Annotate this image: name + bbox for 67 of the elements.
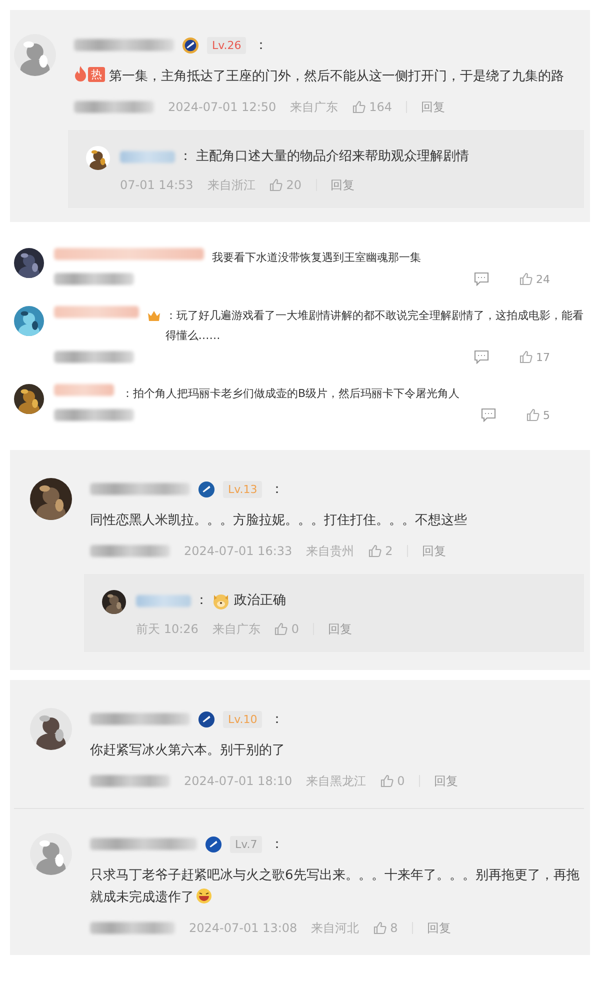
like-count: 2 [385, 544, 393, 558]
colon-text: ： [254, 37, 268, 54]
level-badge: Lv.26 [207, 36, 246, 54]
badge-icon [182, 36, 199, 54]
comment-text: ：玩了好几遍游戏看了一大堆剧情讲解的都不敢说完全理解剧情了，这拍成电影，能看得懂么…… [165, 308, 584, 344]
reply-text: 主配角口述大量的物品介绍来帮助观众理解剧情 [196, 148, 469, 166]
comment-date: 2024-07-01 13:08 [189, 921, 298, 935]
comment-text: 第一集，主角抵达了王座的门外，然后不能从这一侧打开门，于是绕了九集的路 [109, 68, 564, 86]
comment-location: 来自河北 [311, 920, 360, 936]
like-count: 0 [397, 774, 405, 788]
reply-link[interactable]: 回复 [434, 772, 458, 790]
comment-location: 来自黑龙江 [306, 772, 366, 790]
blurred-text [136, 595, 191, 607]
thumbs-up-icon[interactable] [526, 408, 540, 422]
comment-text: 同性恋黑人米凯拉。。。方脸拉妮。。。打住打住。。。不想这些 [90, 512, 467, 530]
like-count: 24 [536, 272, 550, 286]
comment-text: ：拍个角人把玛丽卡老乡们做成壶的B级片，然后玛丽卡下令屠光角人 [122, 386, 460, 402]
like-count: 20 [286, 178, 302, 192]
badge-icon [198, 710, 215, 728]
colon-text: ： [270, 711, 284, 728]
comment-icon[interactable] [474, 272, 489, 286]
thumbs-up-icon[interactable] [352, 100, 366, 114]
thumbs-up-icon[interactable] [373, 921, 388, 935]
reply-link[interactable]: 回复 [422, 542, 446, 560]
blurred-text [54, 384, 114, 396]
comment-date: 2024-07-01 16:33 [184, 544, 292, 558]
like-count: 8 [390, 921, 398, 935]
level-badge: Lv.7 [230, 836, 262, 852]
comment-date: 07-01 14:53 [120, 178, 194, 192]
like-count: 0 [291, 622, 300, 636]
comment-text: 只求马丁老爷子赶紧吧冰与火之歌6先写出来。。。十来年了。。。别再拖更了，再拖就成未完成遗作了 [90, 867, 580, 907]
reply-link[interactable]: 回复 [328, 620, 352, 638]
comment-date: 前天 10:26 [136, 620, 198, 638]
colon-text: ： [270, 481, 284, 498]
comment-location: 来自广东 [212, 620, 260, 638]
reply-text: 政治正确 [234, 592, 286, 610]
comment-icon[interactable] [481, 408, 496, 422]
like-count: 17 [536, 350, 550, 364]
comment-date: 2024-07-01 12:50 [168, 100, 276, 114]
hot-badge: 热 [88, 66, 105, 82]
comment-location: 来自贵州 [306, 542, 354, 560]
colon-text: ： [270, 836, 284, 853]
comment-icon[interactable] [474, 350, 489, 364]
thumbs-up-icon[interactable] [380, 774, 394, 788]
comment-text: 我要看下水道没带恢复遇到王室幽魂那一集 [212, 250, 421, 266]
colon-text: ： [195, 592, 208, 610]
thumbs-up-icon[interactable] [274, 622, 288, 636]
thumbs-up-icon[interactable] [368, 544, 382, 558]
like-count: 164 [369, 100, 392, 114]
reply-link[interactable]: 回复 [330, 176, 355, 194]
level-badge: Lv.10 [223, 710, 262, 728]
comment-location: 来自浙江 [207, 176, 256, 194]
comment-text: 你赶紧写冰火第六本。别干别的了 [90, 742, 285, 760]
thumbs-up-icon[interactable] [519, 272, 533, 286]
reply-link[interactable]: 回复 [421, 98, 446, 116]
comment-date: 2024-07-01 18:10 [184, 774, 292, 788]
blurred-text [120, 151, 175, 163]
level-badge: Lv.13 [223, 480, 262, 498]
badge-icon [205, 836, 222, 852]
colon-text: ： [179, 148, 192, 166]
like-count: 5 [543, 408, 550, 422]
flame-icon [74, 66, 87, 82]
thumbs-up-icon[interactable] [269, 178, 284, 192]
badge-icon [198, 480, 215, 498]
reply-link[interactable]: 回复 [426, 920, 451, 936]
thumbs-up-icon[interactable] [519, 350, 533, 364]
comment-location: 来自广东 [290, 98, 338, 116]
